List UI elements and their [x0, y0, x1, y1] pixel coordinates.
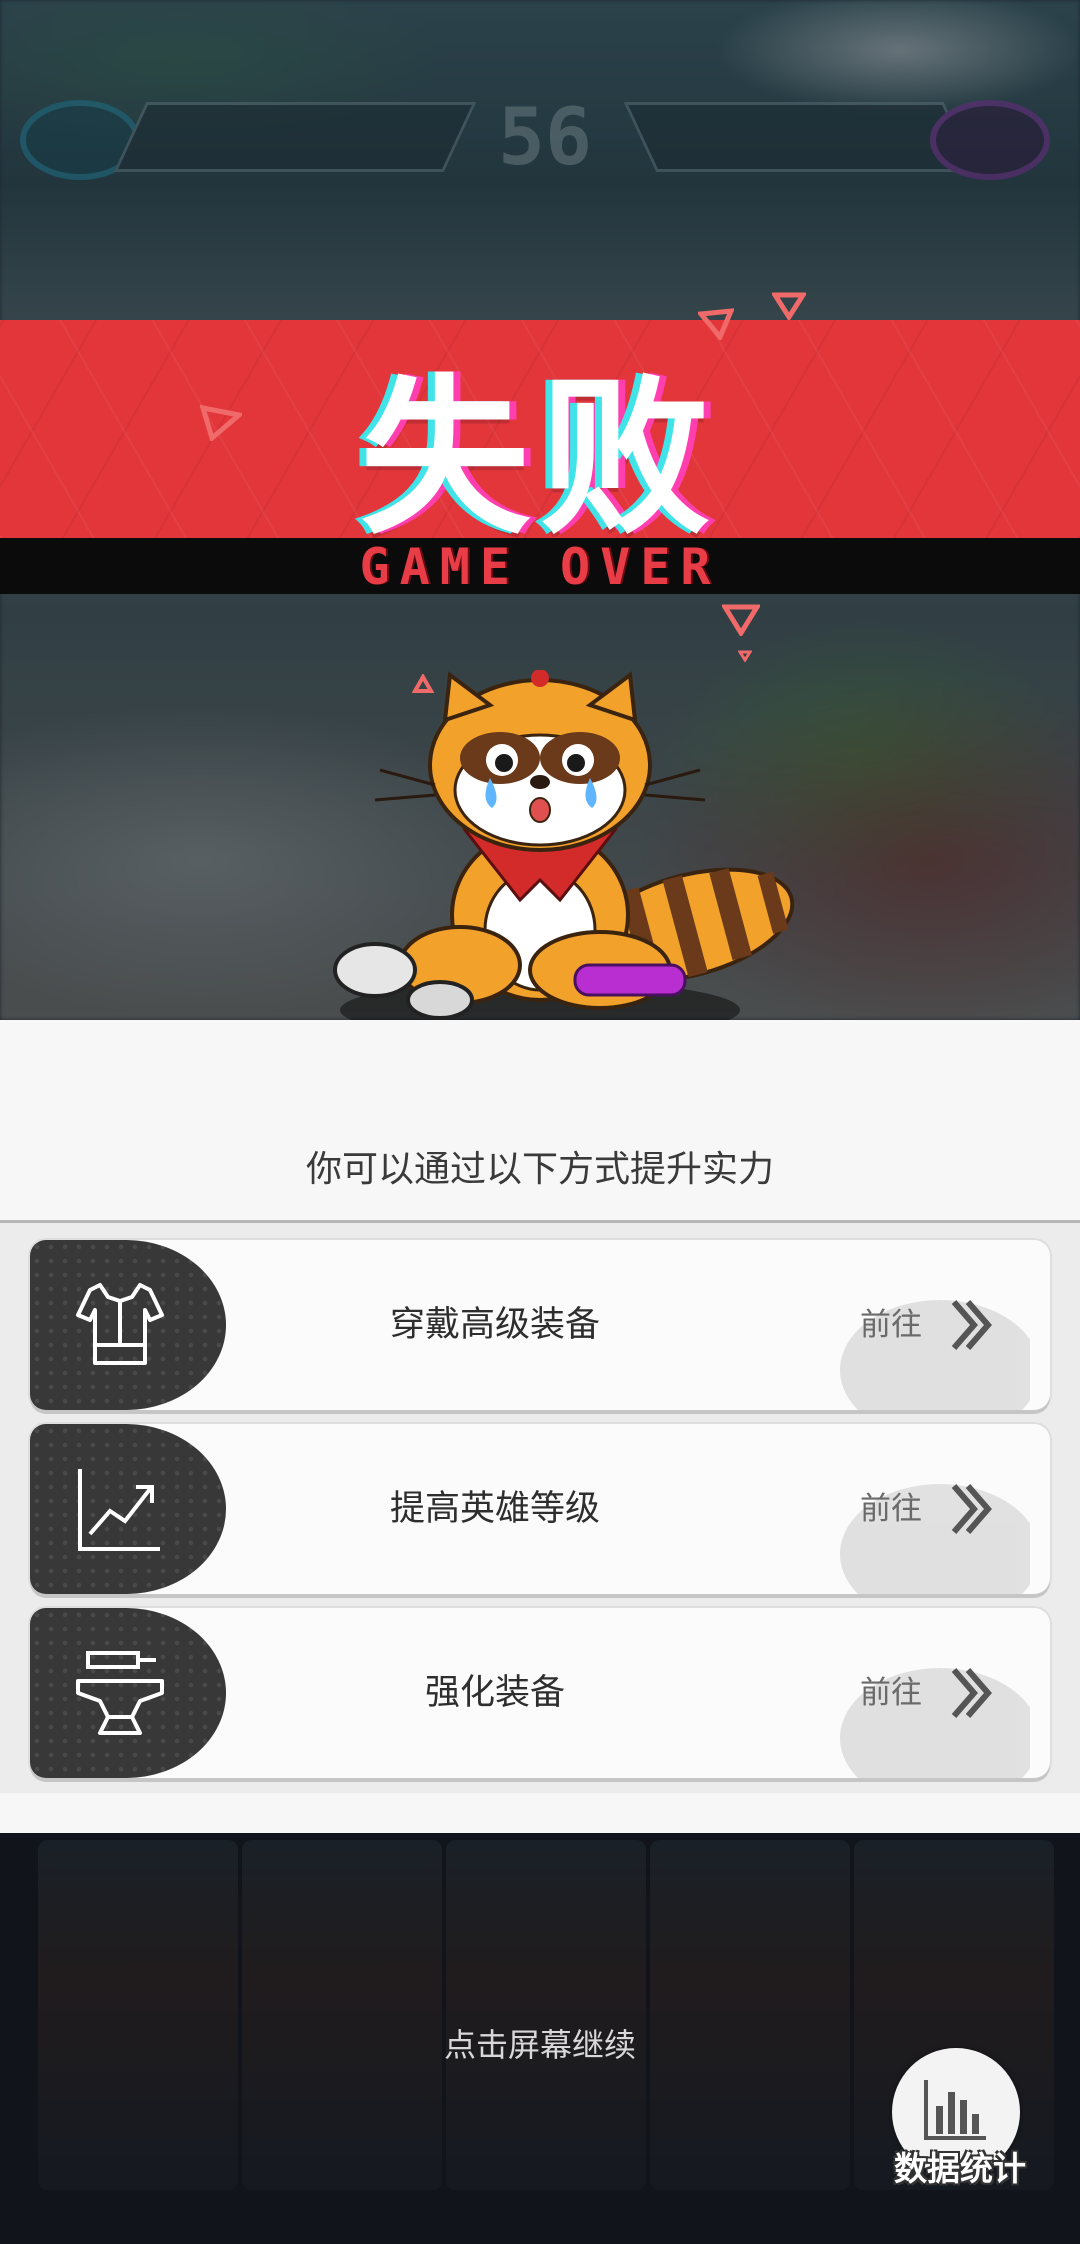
option-label: 强化装备	[424, 1673, 565, 1713]
go-link[interactable]: 前往	[860, 1240, 922, 1410]
panel-bottom-edge	[0, 1793, 1080, 1833]
data-stats-label[interactable]: 数据统计	[870, 2142, 1050, 2190]
match-timer: 56	[498, 93, 592, 183]
option-enhance-gear[interactable]: 强化装备 前往	[30, 1608, 1050, 1778]
crying-raccoon-mascot-icon	[330, 669, 800, 1050]
option-icon-badge	[30, 1424, 226, 1594]
chevron-right-icon[interactable]	[948, 1482, 992, 1536]
team-left-bar	[113, 102, 477, 172]
level-up-chart-icon	[78, 1469, 160, 1551]
bar-chart-icon	[924, 2080, 986, 2140]
team-right-emblem-icon	[930, 100, 1050, 180]
game-over-subtitle: GAME OVER	[359, 538, 721, 596]
hint-text: 你可以通过以下方式提升实力	[305, 1149, 774, 1190]
option-label: 穿戴高级装备	[389, 1305, 600, 1345]
anvil-icon	[76, 1651, 164, 1735]
go-link[interactable]: 前往	[860, 1608, 922, 1778]
option-equip-gear[interactable]: 穿戴高级装备 前往	[30, 1240, 1050, 1410]
match-hud: 56	[0, 90, 1080, 190]
improvement-options-list: 穿戴高级装备 前往 提高英雄等级 前往 强化装备 前往	[0, 1223, 1080, 1793]
armor-icon	[76, 1283, 164, 1365]
chevron-right-icon[interactable]	[948, 1666, 992, 1720]
defeat-title: 失败	[359, 360, 720, 558]
team-right-bar	[623, 102, 977, 172]
option-icon-badge	[30, 1608, 226, 1778]
option-icon-badge	[30, 1240, 226, 1410]
option-level-up-hero[interactable]: 提高英雄等级 前往	[30, 1424, 1050, 1594]
go-link[interactable]: 前往	[860, 1424, 922, 1594]
chevron-right-icon[interactable]	[948, 1298, 992, 1352]
option-label: 提高英雄等级	[389, 1489, 600, 1529]
